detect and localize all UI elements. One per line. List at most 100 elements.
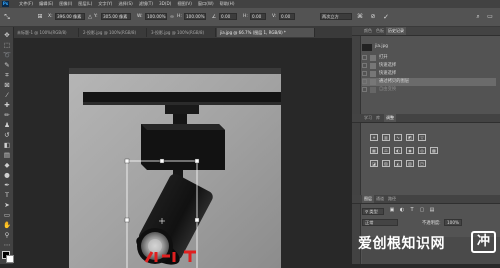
tab-learn[interactable]: 学习 — [362, 114, 374, 122]
color-balance-icon[interactable]: ⚖ — [382, 147, 390, 154]
history-snapshot[interactable]: jia.jpg — [362, 43, 496, 51]
rectangle-tool-icon[interactable]: ▭ — [3, 211, 11, 219]
crop-tool-icon[interactable]: ⌗ — [3, 71, 11, 79]
opacity-field[interactable]: 100% — [444, 219, 462, 226]
y-field[interactable]: 305.00 像素 — [101, 13, 131, 20]
history-brush-source-icon[interactable] — [362, 87, 367, 92]
vskew-field[interactable]: 0.00 — [279, 13, 295, 20]
document-tab[interactable]: 2-投影.jpg @ 100%(RGB/8) — [80, 28, 147, 37]
brush-tool-icon[interactable]: ✏ — [3, 111, 11, 119]
search-icon[interactable]: ⌕ — [474, 13, 482, 21]
path-select-icon[interactable]: ➤ — [3, 201, 11, 209]
tab-history[interactable]: 历史记录 — [386, 27, 406, 35]
commit-transform-icon[interactable]: ✓ — [382, 13, 390, 21]
reference-point-icon[interactable]: ⊞ — [36, 13, 44, 21]
history-item-selected[interactable]: 通过拷贝的图层 — [362, 78, 496, 86]
type-tool-icon[interactable]: T — [3, 191, 11, 199]
lasso-tool-icon[interactable]: ➰ — [3, 51, 11, 59]
history-brush-icon[interactable]: ↺ — [3, 131, 11, 139]
transform-tool-icon[interactable]: ⤡ — [3, 13, 11, 21]
menu-layer[interactable]: 图层(L) — [78, 0, 92, 8]
curves-icon[interactable]: ∿ — [394, 134, 402, 141]
levels-icon[interactable]: ▥ — [382, 134, 390, 141]
menu-3d[interactable]: 3D(D) — [159, 0, 171, 8]
workspace-icon[interactable]: ▭ — [486, 13, 494, 21]
selective-color-icon[interactable]: ◳ — [418, 160, 426, 167]
tab-layers[interactable]: 图层 — [362, 195, 374, 203]
eyedropper-tool-icon[interactable]: ⁄ — [3, 91, 11, 99]
marquee-tool-icon[interactable]: ⬚ — [3, 41, 11, 49]
exposure-icon[interactable]: ◩ — [406, 134, 414, 141]
canvas-area[interactable] — [14, 38, 352, 268]
warp-icon[interactable]: ⌘ — [356, 13, 364, 21]
height-field[interactable]: 100.00% — [184, 13, 206, 20]
document-tab-active[interactable]: jia.jpg @ 66.7% (图层 1, RGB/8) * — [217, 28, 315, 37]
menu-view[interactable]: 视图(V) — [177, 0, 192, 8]
history-brush-source-icon[interactable] — [362, 55, 367, 60]
photo-filter-icon[interactable]: ◉ — [406, 147, 414, 154]
hand-tool-icon[interactable]: ✋ — [3, 221, 11, 229]
menu-file[interactable]: 文件(F) — [19, 0, 33, 8]
move-tool-icon[interactable]: ✥ — [3, 31, 11, 39]
brightness-icon[interactable]: ☀ — [370, 134, 378, 141]
adjustment-filter-icon[interactable]: ◐ — [398, 208, 406, 215]
canvas-image[interactable] — [69, 68, 281, 268]
pixel-filter-icon[interactable]: ▣ — [388, 208, 396, 215]
pen-tool-icon[interactable]: ✒ — [3, 181, 11, 189]
quick-select-tool-icon[interactable]: ✎ — [3, 61, 11, 69]
smart-filter-icon[interactable]: ▤ — [428, 208, 436, 215]
relative-position-icon[interactable]: △ — [86, 13, 94, 21]
dodge-tool-icon[interactable]: ● — [3, 171, 11, 179]
menu-image[interactable]: 图像(I) — [59, 0, 72, 8]
history-item[interactable]: 快速选择 — [362, 62, 496, 70]
menu-window[interactable]: 窗口(W) — [198, 0, 214, 8]
menu-filter[interactable]: 滤镜(T) — [139, 0, 153, 8]
menu-edit[interactable]: 编辑(E) — [39, 0, 53, 8]
menu-help[interactable]: 帮助(H) — [220, 0, 235, 8]
history-item[interactable]: 打开 — [362, 54, 496, 62]
menu-select[interactable]: 选择(S) — [118, 0, 132, 8]
tab-color[interactable]: 颜色 — [362, 27, 374, 35]
posterize-icon[interactable]: ▨ — [382, 160, 390, 167]
eraser-tool-icon[interactable]: ◧ — [3, 141, 11, 149]
healing-brush-icon[interactable]: ✚ — [3, 101, 11, 109]
x-field[interactable]: 396.00 像素 — [55, 13, 85, 20]
threshold-icon[interactable]: ◭ — [394, 160, 402, 167]
history-item[interactable]: 自由变换 — [362, 86, 496, 94]
link-icon[interactable]: ∞ — [168, 13, 176, 21]
tab-channels[interactable]: 通道 — [374, 195, 386, 203]
clone-stamp-icon[interactable]: ♟ — [3, 121, 11, 129]
history-item[interactable]: 快速选择 — [362, 70, 496, 78]
tab-swatches[interactable]: 色板 — [374, 27, 386, 35]
type-filter-icon[interactable]: T — [408, 208, 416, 215]
layer-filter-select[interactable]: ⚲ 类型 — [362, 208, 384, 215]
blend-mode-select[interactable]: 正常 — [362, 219, 398, 226]
width-field[interactable]: 100.00% — [145, 13, 167, 20]
history-brush-source-icon[interactable] — [362, 71, 367, 76]
document-tab[interactable]: 未标题-1 @ 100%(RGB/8) — [14, 28, 79, 37]
background-color-swatch[interactable] — [6, 255, 14, 263]
vibrance-icon[interactable]: ▽ — [418, 134, 426, 141]
menu-type[interactable]: 文字(Y) — [98, 0, 112, 8]
hskew-field[interactable]: 0.00 — [250, 13, 266, 20]
history-brush-source-icon[interactable] — [362, 79, 367, 84]
tab-adjustments[interactable]: 调整 — [384, 114, 396, 122]
tab-libraries[interactable]: 库 — [374, 114, 382, 122]
color-lookup-icon[interactable]: ▩ — [430, 147, 438, 154]
frame-tool-icon[interactable]: ⊠ — [3, 81, 11, 89]
blur-tool-icon[interactable]: ◆ — [3, 161, 11, 169]
hue-saturation-icon[interactable]: ▦ — [370, 147, 378, 154]
history-brush-source-icon[interactable] — [362, 63, 367, 68]
black-white-icon[interactable]: ◐ — [394, 147, 402, 154]
tab-paths[interactable]: 路径 — [386, 195, 398, 203]
angle-field[interactable]: 0.00 — [219, 13, 237, 20]
more-tools-icon[interactable]: ⋯ — [3, 241, 11, 249]
invert-icon[interactable]: ◪ — [370, 160, 378, 167]
channel-mixer-icon[interactable]: ◎ — [418, 147, 426, 154]
gradient-map-icon[interactable]: ▧ — [406, 160, 414, 167]
shape-filter-icon[interactable]: ▢ — [418, 208, 426, 215]
gradient-tool-icon[interactable]: ▤ — [3, 151, 11, 159]
cancel-transform-icon[interactable]: ⊘ — [369, 13, 377, 21]
interpolation-select[interactable]: 两次立方 — [320, 13, 352, 20]
zoom-tool-icon[interactable]: ⚲ — [3, 231, 11, 239]
